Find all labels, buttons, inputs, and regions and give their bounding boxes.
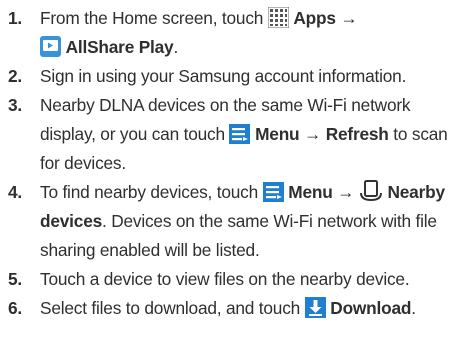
step-number: 3. [8, 95, 23, 115]
step-body: To find nearby devices, touch Menu → Nea… [40, 178, 468, 265]
step-1: 1. From the Home screen, touch Apps → Al… [8, 4, 468, 62]
step-6: 6. Select files to download, and touch D… [8, 294, 468, 323]
refresh-label: Refresh [325, 124, 389, 144]
step-2: 2. Sign in using your Samsung account in… [8, 62, 468, 91]
step-text: Touch a device to view files on the near… [40, 269, 410, 289]
step-number: 6. [8, 298, 23, 318]
step-5: 5. Touch a device to view files on the n… [8, 265, 468, 294]
step-text: From the Home screen, touch [40, 8, 268, 28]
steps-list: 1. From the Home screen, touch Apps → Al… [8, 4, 468, 323]
step-body: From the Home screen, touch Apps → AllSh… [40, 4, 468, 62]
allshare-label: AllShare Play [65, 37, 174, 57]
instruction-page: 1. From the Home screen, touch Apps → Al… [0, 0, 471, 338]
arrow-separator: → [335, 8, 358, 28]
step-number: 2. [8, 66, 23, 86]
step-4: 4. To find nearby devices, touch Menu → … [8, 178, 468, 265]
step-text: Sign in using your Samsung account infor… [40, 66, 407, 86]
download-label: Download [330, 298, 412, 318]
step-number: 4. [8, 182, 23, 202]
nearby-devices-icon [359, 180, 383, 202]
period: . [173, 37, 179, 57]
arrow-separator: → [299, 124, 326, 144]
menu-label: Menu [255, 124, 300, 144]
step-text: Select files to download, and touch [40, 298, 305, 318]
step-body: Nearby DLNA devices on the same Wi-Fi ne… [40, 91, 468, 178]
allshare-play-icon [40, 36, 61, 57]
menu-icon [262, 182, 284, 202]
step-3: 3. Nearby DLNA devices on the same Wi-Fi… [8, 91, 468, 178]
step-number: 5. [8, 269, 23, 289]
menu-label: Menu [288, 182, 333, 202]
step-number: 1. [8, 8, 23, 28]
menu-icon [229, 124, 251, 144]
arrow-separator: → [332, 182, 359, 202]
period: . [411, 298, 416, 318]
apps-grid-icon [267, 7, 289, 28]
apps-label: Apps [293, 8, 336, 28]
step-text: To find nearby devices, touch [40, 182, 263, 202]
download-icon [304, 297, 326, 318]
step-body: Select files to download, and touch Down… [40, 294, 468, 323]
